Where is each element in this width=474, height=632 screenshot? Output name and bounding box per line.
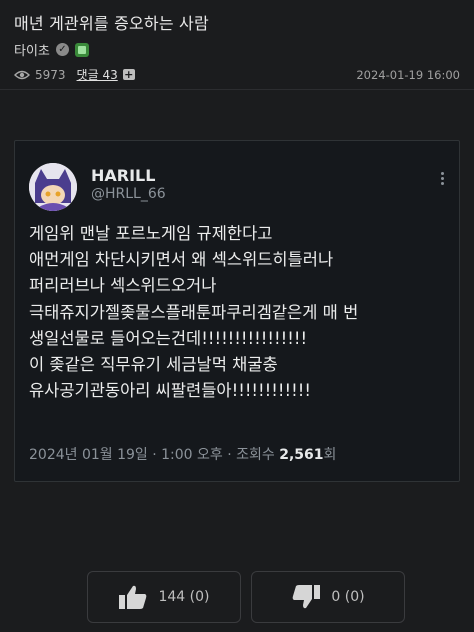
tweet-footer: 2024년 01월 19일 · 1:00 오후 · 조회수 2,561회 bbox=[29, 444, 336, 464]
embedded-tweet[interactable]: HARILL @HRLL_66 게임위 맨날 포르노게임 규제한다고 애먼게임 … bbox=[14, 140, 460, 482]
tweet-views-count: 2,561 bbox=[279, 447, 324, 463]
tweet-display-name[interactable]: HARILL bbox=[91, 166, 155, 185]
more-options-icon[interactable] bbox=[441, 172, 445, 187]
tweet-date: 2024년 01월 19일 · 1:00 오후 · 조회수 bbox=[29, 447, 280, 463]
dislike-button[interactable]: 0 (0) bbox=[251, 571, 405, 623]
eye-icon bbox=[14, 70, 30, 79]
divider bbox=[0, 89, 474, 90]
author-name[interactable]: 타이초 bbox=[14, 40, 50, 59]
view-count: 5973 bbox=[35, 67, 66, 82]
verified-icon: ✓ bbox=[55, 43, 69, 56]
post-timestamp: 2024-01-19 16:00 bbox=[356, 67, 460, 82]
tweet-line: 퍼리러브나 섹스위드오거나 bbox=[29, 276, 217, 296]
author-row: 타이초 ✓ bbox=[14, 40, 89, 59]
tweet-line: 게임위 맨날 포르노게임 규제한다고 bbox=[29, 224, 273, 243]
dislike-count: 0 (0) bbox=[331, 589, 365, 605]
post-title: 매년 게관위를 증오하는 사람 bbox=[14, 14, 209, 33]
level-badge-icon bbox=[74, 42, 89, 57]
tweet-handle[interactable]: @HRLL_66 bbox=[91, 186, 166, 202]
tweet-line: 애먼게임 차단시키면서 왜 섹스위드히틀러나 bbox=[29, 250, 334, 270]
like-count: 144 (0) bbox=[158, 589, 210, 605]
thumbs-up-icon bbox=[119, 585, 147, 609]
post-meta: 5973 댓글 43 + 2024-01-19 16:00 bbox=[14, 66, 460, 83]
tweet-line: 이 좆같은 직무유기 세금날먹 채굴충 bbox=[29, 355, 278, 375]
tweet-line: 유사공기관동아리 씨팔련들아!!!!!!!!!!!! bbox=[29, 381, 311, 401]
tweet-text: 게임위 맨날 포르노게임 규제한다고 애먼게임 차단시키면서 왜 섹스위드히틀러… bbox=[29, 221, 449, 404]
thumbs-down-icon bbox=[293, 585, 321, 609]
tweet-views-suffix: 회 bbox=[323, 447, 337, 463]
like-button[interactable]: 144 (0) bbox=[87, 571, 241, 623]
tweet-line: 극태쥬지가젤좆물스플래툰파쿠리겜같은게 매 번 bbox=[29, 302, 359, 322]
comments-link[interactable]: 댓글 43 bbox=[77, 66, 118, 83]
plus-icon[interactable]: + bbox=[122, 69, 135, 80]
avatar[interactable] bbox=[29, 163, 77, 211]
tweet-line: 생일선물로 들어오는건데!!!!!!!!!!!!!!!! bbox=[29, 328, 308, 348]
